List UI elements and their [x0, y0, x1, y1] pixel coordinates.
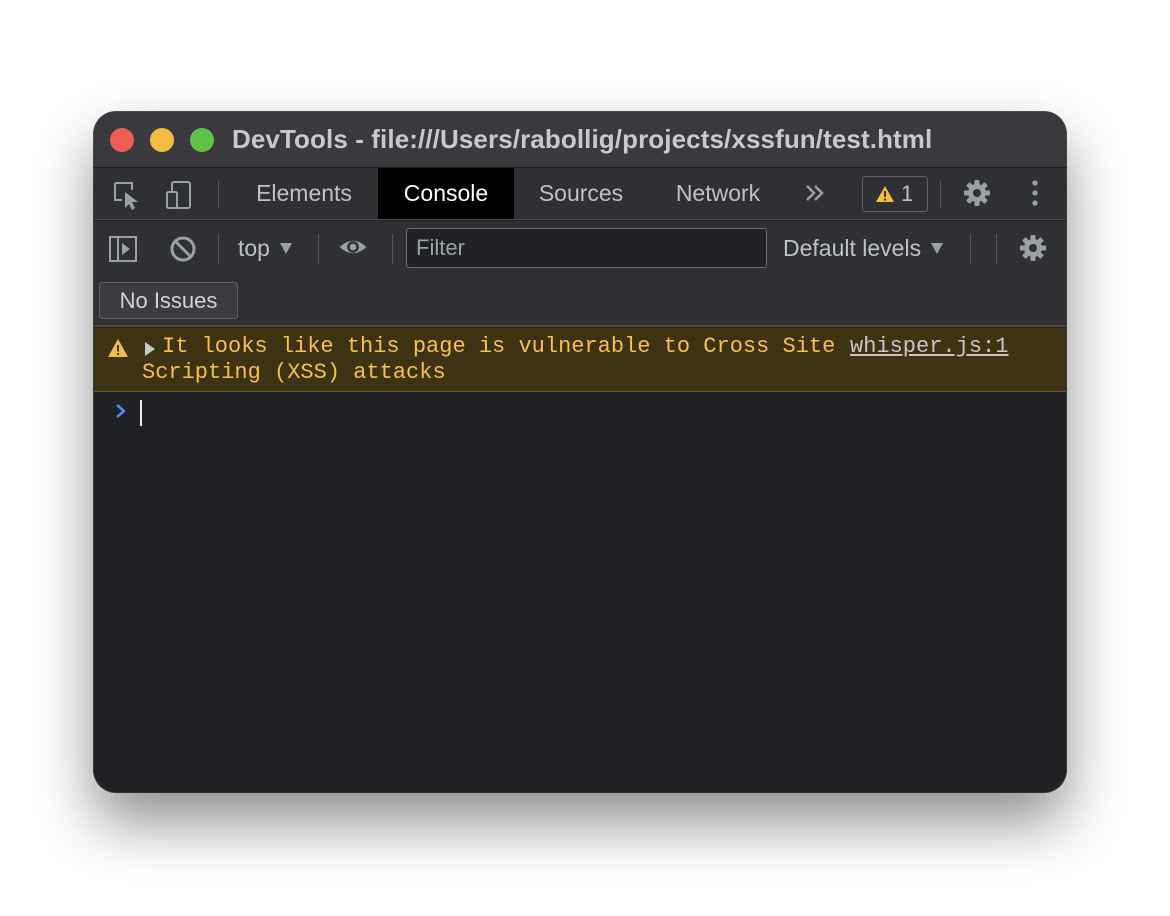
toolbar-divider — [996, 234, 997, 264]
text-cursor — [140, 400, 142, 426]
title-bar: DevTools - file:///Users/rabollig/projec… — [94, 112, 1066, 168]
settings-gear-icon[interactable] — [962, 178, 992, 208]
warning-message-text: It looks like this page is vulnerable to… — [162, 334, 836, 359]
warning-message-text-continued: Scripting (XSS) attacks — [142, 360, 446, 385]
no-issues-button[interactable]: No Issues — [99, 282, 238, 319]
device-toolbar-icon[interactable] — [164, 180, 194, 210]
inspect-element-icon[interactable] — [112, 180, 142, 210]
console-input-area[interactable] — [94, 393, 1066, 792]
minimize-window-button[interactable] — [150, 128, 174, 152]
warning-icon — [876, 186, 894, 202]
issues-counter-button[interactable]: 1 — [862, 176, 928, 212]
issues-count: 1 — [901, 181, 914, 206]
console-prompt-chevron-icon — [116, 404, 126, 418]
clear-console-icon[interactable] — [168, 234, 198, 264]
log-levels-label: Default levels — [783, 235, 922, 261]
expand-arrow-icon[interactable] — [145, 342, 155, 356]
toolbar-divider — [392, 234, 393, 264]
toolbar-divider — [318, 234, 319, 264]
main-tab-bar: Elements Console Sources Network 1 — [94, 168, 1066, 220]
kebab-menu-icon[interactable] — [1020, 178, 1050, 208]
maximize-window-button[interactable] — [190, 128, 214, 152]
toolbar-divider — [970, 234, 971, 264]
live-expression-eye-icon[interactable] — [338, 232, 374, 266]
tab-console[interactable]: Console — [378, 168, 514, 219]
more-tabs-chevron-icon[interactable] — [802, 180, 828, 206]
console-toolbar: top Default levels — [94, 221, 1066, 277]
console-settings-gear-icon[interactable] — [1018, 233, 1048, 263]
context-selector[interactable]: top — [238, 233, 292, 263]
warning-icon — [108, 339, 128, 357]
log-levels-dropdown[interactable]: Default levels — [783, 233, 944, 263]
toolbar-divider — [940, 180, 941, 208]
filter-input[interactable] — [406, 228, 767, 268]
dropdown-caret-icon — [279, 243, 292, 254]
sidebar-toggle-icon[interactable] — [108, 234, 138, 264]
window-title: DevTools - file:///Users/rabollig/projec… — [232, 124, 933, 154]
context-selector-label: top — [238, 235, 270, 261]
tab-network[interactable]: Network — [656, 168, 780, 219]
dropdown-caret-icon — [931, 243, 944, 254]
issues-bar: No Issues — [94, 277, 1066, 327]
tab-elements[interactable]: Elements — [234, 168, 374, 219]
devtools-window: DevTools - file:///Users/rabollig/projec… — [94, 112, 1066, 792]
close-window-button[interactable] — [110, 128, 134, 152]
tab-sources[interactable]: Sources — [518, 168, 644, 219]
toolbar-divider — [218, 180, 219, 208]
message-source-link[interactable]: whisper.js:1 — [850, 334, 1008, 360]
console-warning-message: It looks like this page is vulnerable to… — [94, 328, 1066, 392]
toolbar-divider — [218, 234, 219, 264]
